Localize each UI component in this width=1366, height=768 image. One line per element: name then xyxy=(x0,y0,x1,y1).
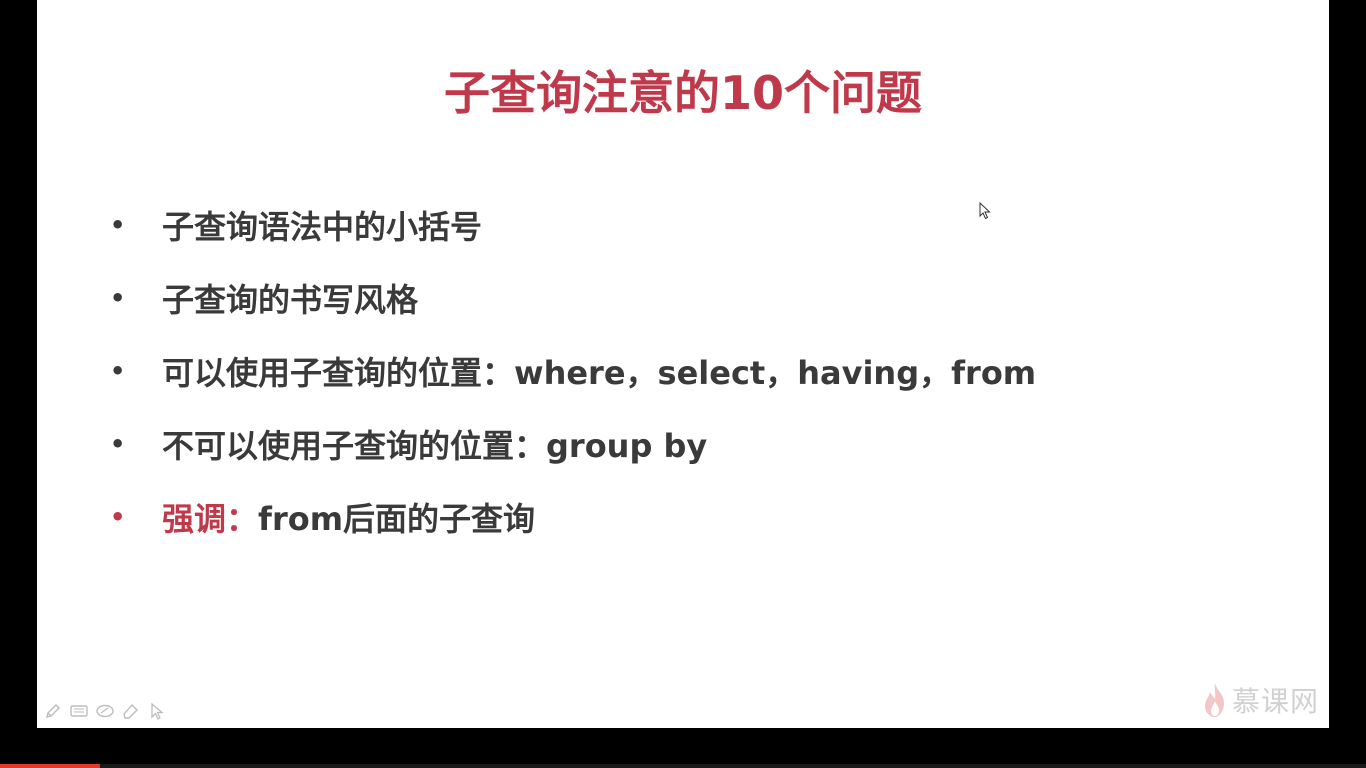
bullet-item: • 不可以使用子查询的位置：group by xyxy=(110,407,1036,480)
annotation-toolbar xyxy=(43,700,167,722)
video-frame: 子查询注意的10个问题 • 子查询语法中的小括号 • 子查询的书写风格 • 可以… xyxy=(0,0,1366,768)
slide: 子查询注意的10个问题 • 子查询语法中的小括号 • 子查询的书写风格 • 可以… xyxy=(37,0,1329,728)
keyboard-icon[interactable] xyxy=(69,701,89,721)
bullet-text: 可以使用子查询的位置：where，select，having，from xyxy=(162,353,1037,392)
bullet-list: • 子查询语法中的小括号 • 子查询的书写风格 • 可以使用子查询的位置：whe… xyxy=(110,188,1036,553)
pointer-icon[interactable] xyxy=(147,701,167,721)
emphasis-text: from后面的子查询 xyxy=(258,499,536,538)
bullet-dot: • xyxy=(110,429,126,458)
bullet-text: 子查询语法中的小括号 xyxy=(162,207,483,246)
bullet-item: • 子查询的书写风格 xyxy=(110,261,1036,334)
flame-icon xyxy=(1204,683,1225,717)
emphasis-label: 强调： xyxy=(162,499,259,538)
video-progress-fill xyxy=(0,764,100,768)
brand-logo: 慕课网 xyxy=(1202,680,1319,720)
bullet-dot: • xyxy=(110,283,126,312)
pen-icon[interactable] xyxy=(43,701,63,721)
video-progress-bar[interactable] xyxy=(0,764,1366,768)
brand-name: 慕课网 xyxy=(1231,685,1319,718)
bullet-text: 不可以使用子查询的位置：group by xyxy=(162,426,708,465)
highlighter-icon[interactable] xyxy=(121,701,141,721)
bullet-item-emphasis: • 强调： from后面的子查询 xyxy=(110,480,1036,553)
eraser-icon[interactable] xyxy=(95,701,115,721)
bullet-dot: • xyxy=(110,210,126,239)
bullet-dot: • xyxy=(110,502,126,531)
bullet-dot: • xyxy=(110,356,126,385)
bullet-item: • 可以使用子查询的位置：where，select，having，from xyxy=(110,334,1036,407)
bullet-text: 子查询的书写风格 xyxy=(162,280,419,319)
mouse-pointer-icon xyxy=(979,202,991,220)
bullet-item: • 子查询语法中的小括号 xyxy=(110,188,1036,261)
slide-title: 子查询注意的10个问题 xyxy=(443,66,922,120)
